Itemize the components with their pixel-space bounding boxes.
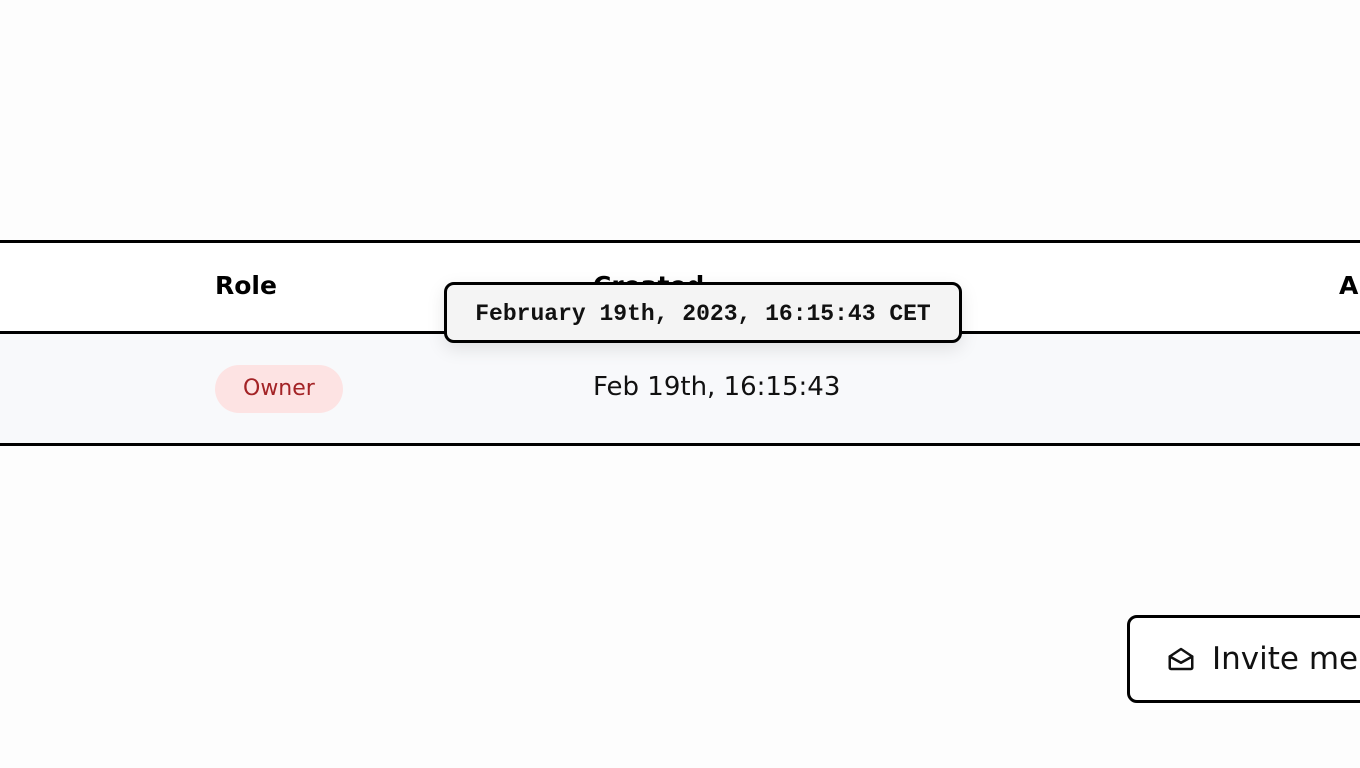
page: Role Created A Owner Feb 19th, 16:15:43 … bbox=[0, 0, 1360, 768]
column-header-actions: A bbox=[1339, 271, 1359, 300]
table-row[interactable]: Owner Feb 19th, 16:15:43 bbox=[0, 334, 1360, 443]
column-header-role[interactable]: Role bbox=[215, 271, 277, 300]
invite-button-label: Invite me bbox=[1212, 641, 1359, 677]
invite-member-button[interactable]: Invite me bbox=[1127, 615, 1360, 703]
table-bottom-border bbox=[0, 443, 1360, 446]
created-date-tooltip: February 19th, 2023, 16:15:43 CET bbox=[444, 282, 962, 343]
members-table: Role Created A Owner Feb 19th, 16:15:43 bbox=[0, 240, 1360, 446]
envelope-open-icon bbox=[1166, 644, 1196, 674]
created-date-cell[interactable]: Feb 19th, 16:15:43 bbox=[593, 372, 840, 402]
role-badge-owner: Owner bbox=[215, 365, 343, 413]
